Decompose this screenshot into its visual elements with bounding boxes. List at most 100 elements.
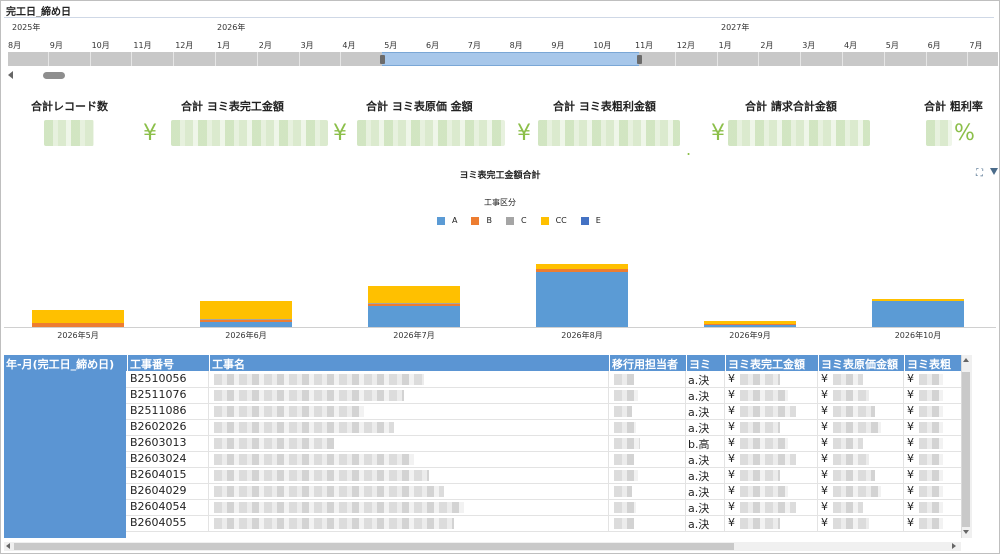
timeline-month-label[interactable]: 10月 [92, 40, 110, 51]
timeline-month-label[interactable]: 9月 [50, 40, 63, 51]
cell-separator [817, 499, 818, 515]
bar-segment-c[interactable] [368, 303, 460, 304]
column-separator[interactable] [127, 355, 128, 371]
timeline-month-label[interactable]: 4月 [844, 40, 857, 51]
timeline-month-label[interactable]: 6月 [426, 40, 439, 51]
timeline-month-label[interactable]: 12月 [677, 40, 695, 51]
column-header[interactable]: 移行用担当者 [612, 356, 678, 372]
legend-item[interactable]: B [471, 216, 492, 225]
bar-segment-cc[interactable] [368, 286, 460, 303]
legend-item[interactable]: E [580, 216, 601, 225]
timeline-month-label[interactable]: 8月 [510, 40, 523, 51]
cell-yomi: a.決 [688, 502, 710, 515]
timeline-month-label[interactable]: 3月 [301, 40, 314, 51]
timeline-month-label[interactable]: 5月 [886, 40, 899, 51]
column-header[interactable]: 工事番号 [130, 356, 174, 372]
column-separator[interactable] [686, 355, 687, 371]
cell-gross-profit: ¥ [907, 452, 914, 465]
legend-swatch [580, 216, 589, 225]
table-row[interactable]: B2602026 a.決 ¥ ¥ ¥ [126, 419, 961, 436]
timeline-month-label[interactable]: 6月 [928, 40, 941, 51]
timeline-scroll-left-icon[interactable] [8, 71, 13, 79]
timeline-month-label[interactable]: 9月 [551, 40, 564, 51]
table-horizontal-thumb[interactable] [14, 543, 734, 550]
kpi-suffix: % [954, 121, 975, 146]
kpi-value-gross-profit [538, 120, 680, 146]
timeline-month-label[interactable]: 10月 [593, 40, 611, 51]
scroll-up-icon[interactable] [963, 358, 969, 362]
bar-segment-cc[interactable] [200, 301, 292, 319]
bar-segment-c[interactable] [200, 319, 292, 320]
cell-gross-profit: ¥ [907, 420, 914, 433]
timeline-month-label[interactable]: 7月 [468, 40, 481, 51]
bar-segment-a[interactable] [704, 325, 796, 327]
bar-segment-cc[interactable] [872, 299, 964, 301]
column-header[interactable]: ヨミ表原価金額 [821, 356, 898, 372]
timeline-month-label[interactable]: 1月 [217, 40, 230, 51]
bar-segment-a[interactable] [872, 301, 964, 327]
timeline-month-label[interactable]: 2月 [259, 40, 272, 51]
cell-separator [817, 403, 818, 419]
legend-item[interactable]: C [505, 216, 527, 225]
column-separator[interactable] [209, 355, 210, 371]
column-header[interactable]: 年-月(完工日_締め日) [6, 356, 114, 372]
bar-segment-cc[interactable] [704, 321, 796, 324]
bar-segment-b[interactable] [368, 304, 460, 306]
table-row[interactable]: B2604029 a.決 ¥ ¥ ¥ [126, 483, 961, 500]
table-vertical-thumb[interactable] [962, 372, 970, 527]
cell-completion-amount-redacted [740, 486, 788, 497]
table-row[interactable]: B2604015 a.決 ¥ ¥ ¥ [126, 467, 961, 484]
timeline-selection[interactable] [382, 52, 639, 66]
bar-segment-a[interactable] [368, 306, 460, 327]
cell-yomi: a.決 [688, 374, 710, 387]
column-separator[interactable] [818, 355, 819, 371]
column-header[interactable]: ヨミ表粗 [907, 356, 951, 372]
timeline-month-label[interactable]: 11月 [133, 40, 151, 51]
bar-segment-b[interactable] [32, 323, 124, 327]
timeline-month-label[interactable]: 11月 [635, 40, 653, 51]
table-row[interactable]: B2511076 a.決 ¥ ¥ ¥ [126, 387, 961, 404]
cell-project-number: B2602026 [130, 420, 187, 433]
column-header[interactable]: ヨミ表完工金額 [728, 356, 805, 372]
table-row[interactable]: B2511086 a.決 ¥ ¥ ¥ [126, 403, 961, 420]
table-row[interactable]: B2604054 a.決 ¥ ¥ ¥ [126, 499, 961, 516]
table-row[interactable]: B2603024 a.決 ¥ ¥ ¥ [126, 451, 961, 468]
timeline-scroll-thumb[interactable] [43, 72, 65, 79]
timeline-month-label[interactable]: 4月 [342, 40, 355, 51]
timeline-start-handle[interactable] [380, 55, 385, 64]
timeline-month-label[interactable]: 7月 [969, 40, 982, 51]
bar-segment-a[interactable] [200, 322, 292, 327]
legend-item[interactable]: A [437, 216, 457, 225]
column-separator[interactable] [725, 355, 726, 371]
column-separator[interactable] [904, 355, 905, 371]
expand-icon[interactable]: ⛶ [976, 168, 983, 179]
timeline-month-label[interactable]: 1月 [719, 40, 732, 51]
cell-separator [903, 499, 904, 515]
column-separator[interactable] [609, 355, 610, 371]
timeline-month-label[interactable]: 5月 [384, 40, 397, 51]
timeline-month-label[interactable]: 3月 [802, 40, 815, 51]
timeline-month-label[interactable]: 2月 [760, 40, 773, 51]
bar-segment-b[interactable] [536, 269, 628, 272]
cell-completion-amount-redacted [740, 390, 788, 401]
legend-item[interactable]: CC [540, 216, 567, 225]
column-header[interactable]: 工事名 [212, 356, 245, 372]
timeline-end-handle[interactable] [637, 55, 642, 64]
bar-segment-cc[interactable] [536, 264, 628, 269]
timeline-month-label[interactable]: 8月 [8, 40, 21, 51]
table-row[interactable]: B2604055 a.決 ¥ ¥ ¥ [126, 515, 961, 532]
bar-segment-cc[interactable] [32, 310, 124, 323]
cell-completion-amount-redacted [740, 374, 780, 385]
filter-icon[interactable] [990, 168, 998, 175]
scroll-left-icon[interactable] [6, 543, 10, 549]
scroll-down-icon[interactable] [963, 530, 969, 534]
column-header[interactable]: ヨミ [689, 356, 711, 372]
cell-assignee-redacted [614, 438, 640, 449]
bar-segment-b[interactable] [704, 324, 796, 325]
table-row[interactable]: B2510056 a.決 ¥ ¥ ¥ [126, 371, 961, 388]
scroll-right-icon[interactable] [952, 543, 956, 549]
table-row[interactable]: B2603013 b.高 ¥ ¥ ¥ [126, 435, 961, 452]
bar-segment-a[interactable] [536, 272, 628, 327]
timeline-month-label[interactable]: 12月 [175, 40, 193, 51]
bar-segment-b[interactable] [200, 320, 292, 322]
